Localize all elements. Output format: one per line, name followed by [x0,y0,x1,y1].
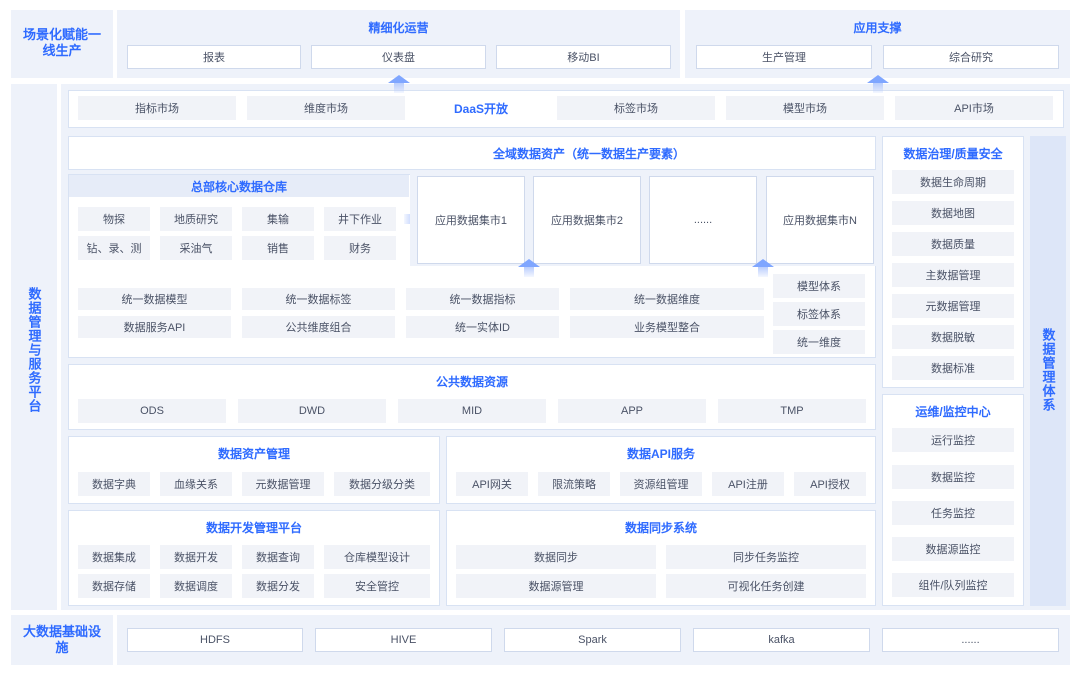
core-dw-item[interactable]: 物探 [78,207,150,231]
unified-item[interactable]: 业务模型整合 [570,316,764,338]
governance-item[interactable]: 数据生命周期 [892,170,1014,194]
asset-mgmt-title: 数据资产管理 [217,446,290,461]
up-arrow-icon [388,75,410,93]
mart-n[interactable]: 应用数据集市N [766,176,874,264]
core-dw-item[interactable]: 集输 [242,207,314,231]
ops-item-dashboard[interactable]: 仪表盘 [311,45,486,69]
ops-center-item[interactable]: 数据监控 [892,465,1014,489]
scenario-label: 场景化赋能一线生产 [22,27,101,59]
api-service-item[interactable]: API授权 [794,472,866,496]
up-arrow-icon [518,259,540,277]
up-arrow-icon [752,259,774,277]
governance-item[interactable]: 元数据管理 [892,294,1014,318]
unified-side-model[interactable]: 模型体系 [773,274,865,298]
mart-2[interactable]: 应用数据集市2 [533,176,641,264]
mart-ellipsis[interactable]: ...... [649,176,757,264]
governance-item[interactable]: 主数据管理 [892,263,1014,287]
global-assets-title: 全域数据资产（统一数据生产要素） [493,146,686,161]
mart-1[interactable]: 应用数据集市1 [417,176,525,264]
daas-title: DaaS开放 [453,101,509,116]
daas-item-models[interactable]: 模型市场 [726,96,884,120]
unified-item[interactable]: 统一数据维度 [570,288,764,310]
ops-center-item[interactable]: 任务监控 [892,501,1014,525]
daas-item-metrics[interactable]: 指标市场 [78,96,236,120]
public-res-dwd[interactable]: DWD [238,399,386,423]
public-res-app[interactable]: APP [558,399,706,423]
dev-platform-item[interactable]: 数据查询 [242,545,314,569]
sync-system-item[interactable]: 数据同步 [456,545,656,569]
governance-item[interactable]: 数据质量 [892,232,1014,256]
sync-system-item[interactable]: 同步任务监控 [666,545,866,569]
public-res-title: 公共数据资源 [435,374,508,389]
api-service-title: 数据API服务 [626,446,695,461]
asset-mgmt-item[interactable]: 元数据管理 [242,472,324,496]
dev-platform-item[interactable]: 安全管控 [324,574,430,598]
right-system-label: 数据管理体系 [1040,328,1056,412]
dev-platform-item[interactable]: 数据集成 [78,545,150,569]
asset-mgmt-item[interactable]: 数据字典 [78,472,150,496]
unified-item[interactable]: 统一实体ID [406,316,559,338]
asset-mgmt-item[interactable]: 数据分级分类 [334,472,430,496]
support-title: 应用支撑 [853,20,902,35]
left-platform-label: 数据管理与服务平台 [26,287,42,413]
dev-platform-title: 数据开发管理平台 [205,520,302,535]
unified-item[interactable]: 统一数据标签 [242,288,395,310]
core-dw-item[interactable]: 采油气 [160,236,232,260]
unified-item[interactable]: 统一数据模型 [78,288,231,310]
infra-ellipsis[interactable]: ...... [882,628,1059,652]
governance-title: 数据治理/质量安全 [903,146,1003,161]
up-arrow-icon [867,75,889,93]
ops-item-report[interactable]: 报表 [127,45,301,69]
ops-center-title: 运维/监控中心 [915,404,991,419]
ops-title: 精细化运营 [368,20,429,35]
core-dw-item[interactable]: 财务 [324,236,396,260]
daas-item-dimensions[interactable]: 维度市场 [247,96,405,120]
ops-center-item[interactable]: 数据源监控 [892,537,1014,561]
daas-item-tags[interactable]: 标签市场 [557,96,715,120]
ops-center-item[interactable]: 组件/队列监控 [892,573,1014,597]
infra-hdfs[interactable]: HDFS [127,628,303,652]
governance-item[interactable]: 数据脱敏 [892,325,1014,349]
governance-item[interactable]: 数据地图 [892,201,1014,225]
sync-system-item[interactable]: 数据源管理 [456,574,656,598]
dev-platform-item[interactable]: 数据开发 [160,545,232,569]
api-service-item[interactable]: API网关 [456,472,528,496]
public-res-tmp[interactable]: TMP [718,399,866,423]
asset-mgmt-item[interactable]: 血缘关系 [160,472,232,496]
infra-hive[interactable]: HIVE [315,628,492,652]
daas-item-api[interactable]: API市场 [895,96,1053,120]
api-service-item[interactable]: 资源组管理 [620,472,702,496]
support-item-production[interactable]: 生产管理 [696,45,872,69]
support-item-research[interactable]: 综合研究 [883,45,1059,69]
sync-system-title: 数据同步系统 [624,520,697,535]
public-res-mid[interactable]: MID [398,399,546,423]
unified-item[interactable]: 公共维度组合 [242,316,395,338]
unified-item[interactable]: 统一数据指标 [406,288,559,310]
dev-platform-item[interactable]: 数据调度 [160,574,232,598]
api-service-item[interactable]: API注册 [712,472,784,496]
public-res-ods[interactable]: ODS [78,399,226,423]
ops-center-item[interactable]: 运行监控 [892,428,1014,452]
unified-side-tag[interactable]: 标签体系 [773,302,865,326]
unified-item[interactable]: 数据服务API [78,316,231,338]
core-dw-item[interactable]: 钻、录、测 [78,236,150,260]
dev-platform-item[interactable]: 数据分发 [242,574,314,598]
sync-system-item[interactable]: 可视化任务创建 [666,574,866,598]
dev-platform-item[interactable]: 仓库模型设计 [324,545,430,569]
dev-platform-item[interactable]: 数据存储 [78,574,150,598]
infra-label: 大数据基础设施 [22,624,101,656]
infra-kafka[interactable]: kafka [693,628,870,652]
unified-side-dimension[interactable]: 统一维度 [773,330,865,354]
core-dw-item[interactable]: 销售 [242,236,314,260]
ops-item-mobile-bi[interactable]: 移动BI [496,45,671,69]
infra-spark[interactable]: Spark [504,628,681,652]
governance-item[interactable]: 数据标准 [892,356,1014,380]
core-dw-item[interactable]: 地质研究 [160,207,232,231]
core-dw-item[interactable]: 井下作业 [324,207,396,231]
api-service-item[interactable]: 限流策略 [538,472,610,496]
core-dw-title: 总部核心数据仓库 [190,179,287,194]
